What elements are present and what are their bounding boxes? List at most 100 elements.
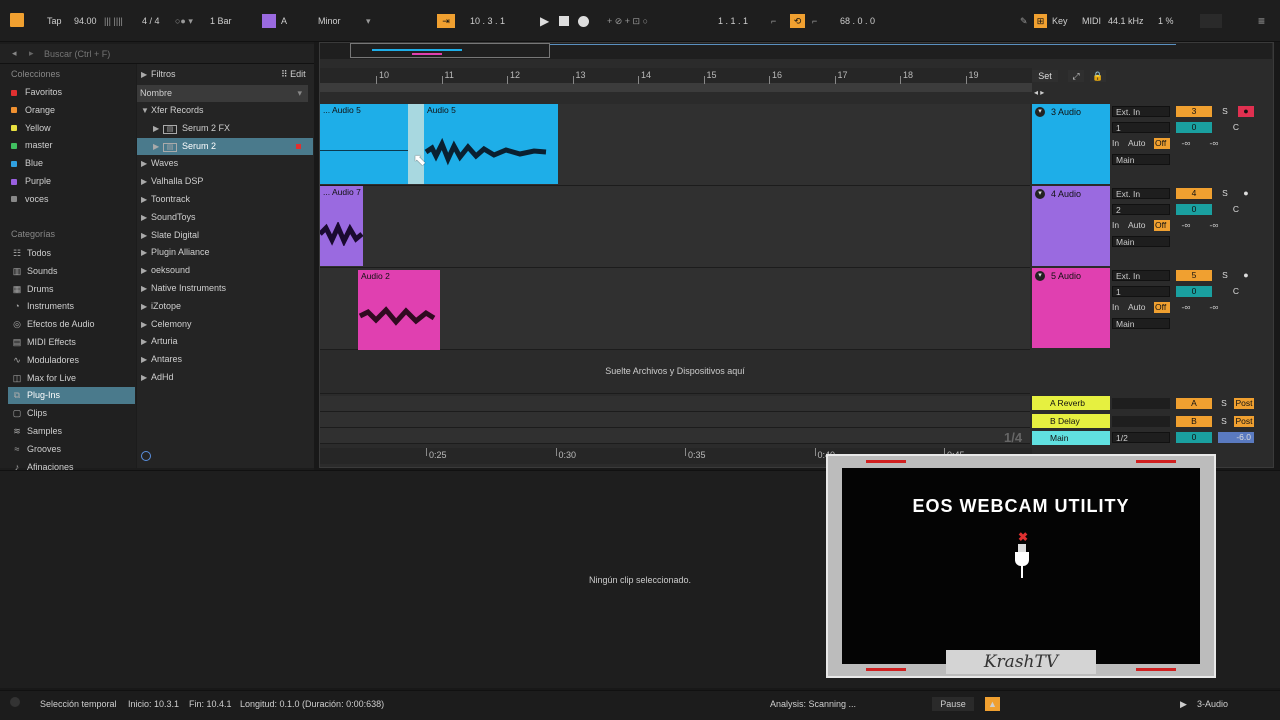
main-track-header[interactable]: Main	[1032, 431, 1110, 445]
chevron-right-icon[interactable]: ▶	[141, 244, 151, 261]
chevron-right-icon[interactable]: ▶	[141, 280, 151, 297]
browser-item[interactable]: ▶ Waves	[137, 155, 313, 172]
edit-button[interactable]: ⠿ Edit	[281, 66, 306, 83]
name-column-header[interactable]: Nombre ▾	[137, 85, 308, 102]
key-map-button[interactable]: Key	[1052, 14, 1068, 28]
browser-item[interactable]: ▶ Toontrack	[137, 191, 313, 208]
solo-button[interactable]: S	[1218, 416, 1230, 427]
monitor-off-button[interactable]: Off	[1154, 138, 1170, 149]
menu-icon[interactable]: ≡	[1258, 14, 1265, 28]
scale-select[interactable]: Minor	[318, 14, 341, 28]
category-item[interactable]: ▢ Clips	[8, 405, 135, 422]
category-item[interactable]: ☷ Todos	[8, 245, 135, 262]
input-type-select[interactable]: Ext. In	[1112, 270, 1170, 281]
loop-brace[interactable]	[320, 84, 1032, 92]
time-label[interactable]: 0:25	[429, 450, 447, 460]
main-lane[interactable]	[320, 428, 1030, 444]
volume-field[interactable]: 0	[1176, 286, 1212, 297]
browser-item[interactable]: ▶ SoundToys	[137, 209, 313, 226]
quantize-select[interactable]: 1 Bar	[210, 14, 232, 28]
chevron-down-icon[interactable]: ▼	[141, 102, 151, 119]
collection-item[interactable]: Yellow	[11, 120, 51, 137]
chevron-right-icon[interactable]: ▶	[141, 155, 151, 172]
expand-icon[interactable]: ⤢	[1068, 70, 1084, 82]
time-signature[interactable]: 4 / 4	[142, 14, 160, 28]
chevron-right-icon[interactable]: ▶	[141, 227, 151, 244]
metronome-icon[interactable]: ○● ▾	[175, 14, 193, 28]
return-letter-button[interactable]: A	[1176, 398, 1212, 409]
chevron-right-icon[interactable]: ▶	[141, 351, 151, 368]
bar-ruler[interactable]: 10 11 12 13 14 15 16 17 18 19	[320, 68, 1032, 84]
solo-button[interactable]: S	[1218, 106, 1232, 117]
browser-item[interactable]: ▶ Arturia	[137, 333, 313, 350]
output-select[interactable]: Main	[1112, 154, 1170, 165]
fold-icon[interactable]: ▾	[1035, 107, 1045, 117]
arm-button[interactable]: ●	[1238, 188, 1254, 199]
input-type-select[interactable]: Ext. In	[1112, 188, 1170, 199]
browser-item[interactable]: ▶ Antares	[137, 351, 313, 368]
chevron-right-icon[interactable]: ▶	[141, 333, 151, 350]
post-button[interactable]: Post	[1234, 398, 1254, 409]
overview-strip[interactable]	[320, 43, 1272, 59]
search-input[interactable]	[44, 47, 304, 61]
browser-item[interactable]: ▶ Valhalla DSP	[137, 173, 313, 190]
bar-number[interactable]: 18	[903, 70, 913, 80]
bar-number[interactable]: 11	[445, 70, 454, 80]
solo-button[interactable]: S	[1218, 398, 1230, 409]
midi-map-button[interactable]: MIDI	[1082, 14, 1101, 28]
filters-toggle[interactable]: ▶ Filtros	[141, 66, 176, 83]
monitor-off-button[interactable]: Off	[1154, 302, 1170, 313]
info-icon[interactable]	[10, 697, 20, 707]
chevron-right-icon[interactable]: ▶	[141, 191, 151, 208]
key-select[interactable]: A	[281, 14, 287, 28]
input-channel-select[interactable]: 1	[1112, 286, 1170, 297]
key-map-icon[interactable]: ⊞	[1034, 14, 1047, 28]
loop-icon[interactable]: ⟲	[790, 14, 805, 28]
send-slot[interactable]	[1112, 398, 1170, 409]
pan-field[interactable]: C	[1218, 204, 1254, 215]
monitor-auto-button[interactable]: Auto	[1128, 302, 1152, 313]
tap-button[interactable]: Tap	[47, 14, 62, 28]
return-lane-a[interactable]	[320, 396, 1030, 412]
bar-number[interactable]: 17	[838, 70, 848, 80]
chevron-right-icon[interactable]: ▶	[141, 316, 151, 333]
browser-item[interactable]: ▶ Celemony	[137, 316, 313, 333]
arm-button[interactable]: ●	[1238, 270, 1254, 281]
main-db-meter[interactable]: -6.0	[1218, 432, 1254, 443]
record-icon[interactable]	[578, 16, 589, 27]
browser-item[interactable]: ▶ Slate Digital	[137, 227, 313, 244]
scale-mode-icon[interactable]	[262, 14, 276, 28]
input-type-select[interactable]: Ext. In	[1112, 106, 1170, 117]
track-header[interactable]: ▾ 3 Audio	[1032, 104, 1110, 184]
track-number-button[interactable]: 4	[1176, 188, 1212, 199]
bar-number[interactable]: 15	[707, 70, 717, 80]
track-header[interactable]: ▾ 5 Audio	[1032, 268, 1110, 348]
volume-field[interactable]: 0	[1176, 204, 1212, 215]
time-label[interactable]: 0:30	[559, 450, 577, 460]
collection-item[interactable]: voces	[11, 191, 49, 208]
browser-item[interactable]: ▶ oeksound	[137, 262, 313, 279]
collapse-icon[interactable]: ▶	[1180, 697, 1187, 711]
browser-item[interactable]: ▶ ▤ Serum 2 FX	[137, 120, 313, 137]
scroll-left-icon[interactable]: ◂ ▸	[1034, 88, 1044, 97]
category-item[interactable]: ∿ Moduladores	[8, 352, 135, 369]
monitor-in-button[interactable]: In	[1112, 138, 1124, 149]
category-item[interactable]: ▤ MIDI Effects	[8, 334, 135, 351]
solo-button[interactable]: S	[1218, 270, 1232, 281]
nudge-icon[interactable]: ||| ||||	[104, 14, 123, 28]
chevron-right-icon[interactable]: ▶	[153, 138, 163, 155]
view-toggle-icon[interactable]	[10, 13, 24, 27]
category-item[interactable]: ≈ Grooves	[8, 441, 135, 458]
browser-item[interactable]: ▶ iZotope	[137, 298, 313, 315]
browser-item[interactable]: ▶ Native Instruments	[137, 280, 313, 297]
pause-button[interactable]: Pause	[932, 697, 974, 711]
draw-mode-icon[interactable]: ✎	[1020, 14, 1028, 28]
monitor-auto-button[interactable]: Auto	[1128, 220, 1152, 231]
browser-item[interactable]: ▶ ▤ Serum 2	[137, 137, 313, 155]
category-item[interactable]: ◎ Efectos de Audio	[8, 316, 135, 333]
volume-field[interactable]: 0	[1176, 122, 1212, 133]
bar-number[interactable]: 12	[510, 70, 520, 80]
collection-item[interactable]: Favoritos	[11, 84, 62, 101]
position-field[interactable]: 10 . 3 . 1	[470, 14, 505, 28]
category-item[interactable]: ≋ Samples	[8, 423, 135, 440]
